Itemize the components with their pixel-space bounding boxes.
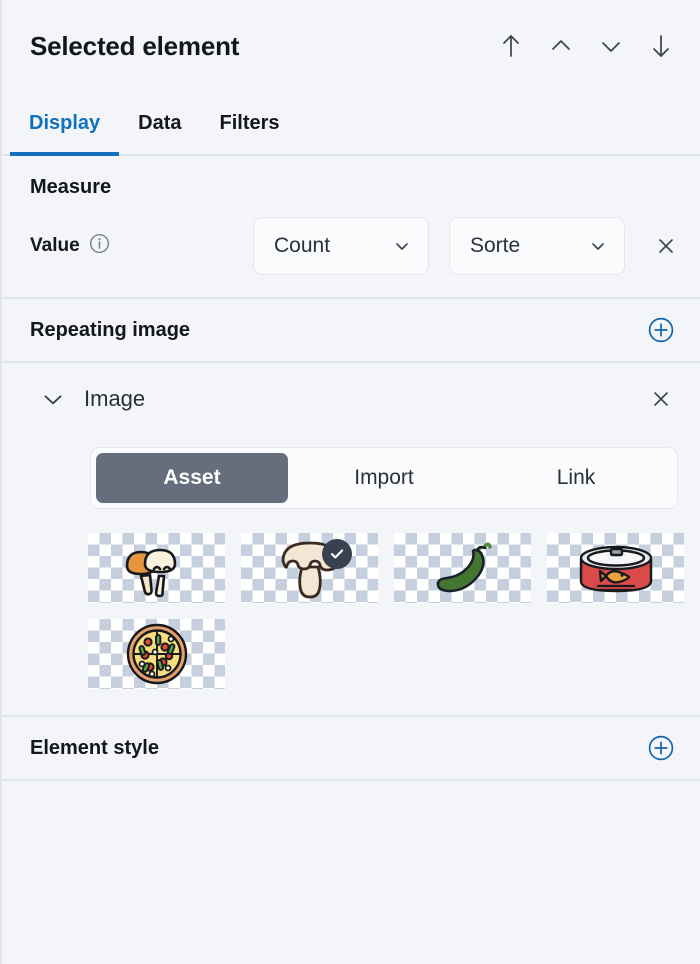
plus-circle-icon[interactable] (644, 731, 678, 765)
measure-value-row: Value Count Sorte (2, 203, 700, 275)
header-actions (494, 29, 678, 63)
panel-empty-area (2, 781, 700, 964)
source-tab-import[interactable]: Import (288, 453, 480, 503)
image-source-selector: Asset Import Link (90, 447, 678, 509)
asset-pizza[interactable] (88, 619, 225, 689)
move-to-top-icon[interactable] (494, 29, 528, 63)
field-select[interactable]: Sorte (449, 217, 625, 275)
asset-fish-can[interactable] (547, 533, 684, 603)
asset-mushroom-single[interactable] (241, 533, 378, 603)
aggregation-select-value: Count (274, 234, 331, 257)
repeating-image-title: Repeating image (30, 318, 191, 341)
panel-header: Selected element (2, 0, 700, 92)
remove-image-button[interactable] (644, 382, 678, 416)
image-group-header: Image (2, 363, 700, 435)
tab-filters[interactable]: Filters (201, 92, 299, 154)
asset-selected-check-badge (322, 539, 352, 569)
asset-chili-pepper[interactable] (394, 533, 531, 603)
tab-data[interactable]: Data (119, 92, 200, 154)
source-tab-link[interactable]: Link (480, 453, 672, 503)
chevron-down-icon (392, 236, 412, 256)
field-select-value: Sorte (470, 234, 521, 257)
aggregation-select[interactable]: Count (253, 217, 429, 275)
tab-display[interactable]: Display (10, 92, 120, 156)
image-group: Image Asset Import Link (2, 363, 700, 717)
tab-bar: Display Data Filters (2, 92, 700, 156)
element-style-title: Element style (30, 736, 159, 759)
chevron-down-icon (588, 236, 608, 256)
asset-mushrooms-pair[interactable] (88, 533, 225, 603)
repeating-image-section: Repeating image (2, 299, 700, 363)
image-source-selector-wrap: Asset Import Link (2, 435, 700, 509)
repeating-image-header: Repeating image (2, 299, 700, 361)
chevron-down-icon[interactable] (40, 386, 66, 412)
selected-element-panel: Selected element Display Data Filters Me… (0, 0, 700, 964)
element-style-header: Element style (2, 717, 700, 779)
move-to-bottom-icon[interactable] (644, 29, 678, 63)
element-style-section: Element style (2, 717, 700, 781)
value-label: Value (30, 235, 80, 256)
image-group-label: Image (84, 386, 146, 411)
measure-section: Measure Value Count Sorte (2, 156, 700, 299)
asset-grid (2, 509, 700, 689)
plus-circle-icon[interactable] (644, 313, 678, 347)
move-down-icon[interactable] (594, 29, 628, 63)
measure-title: Measure (30, 176, 112, 198)
value-label-group: Value (30, 233, 245, 260)
remove-measure-button[interactable] (653, 229, 678, 263)
page-title: Selected element (30, 30, 240, 61)
info-icon[interactable] (89, 233, 110, 260)
source-tab-asset[interactable]: Asset (96, 453, 288, 503)
move-up-icon[interactable] (544, 29, 578, 63)
